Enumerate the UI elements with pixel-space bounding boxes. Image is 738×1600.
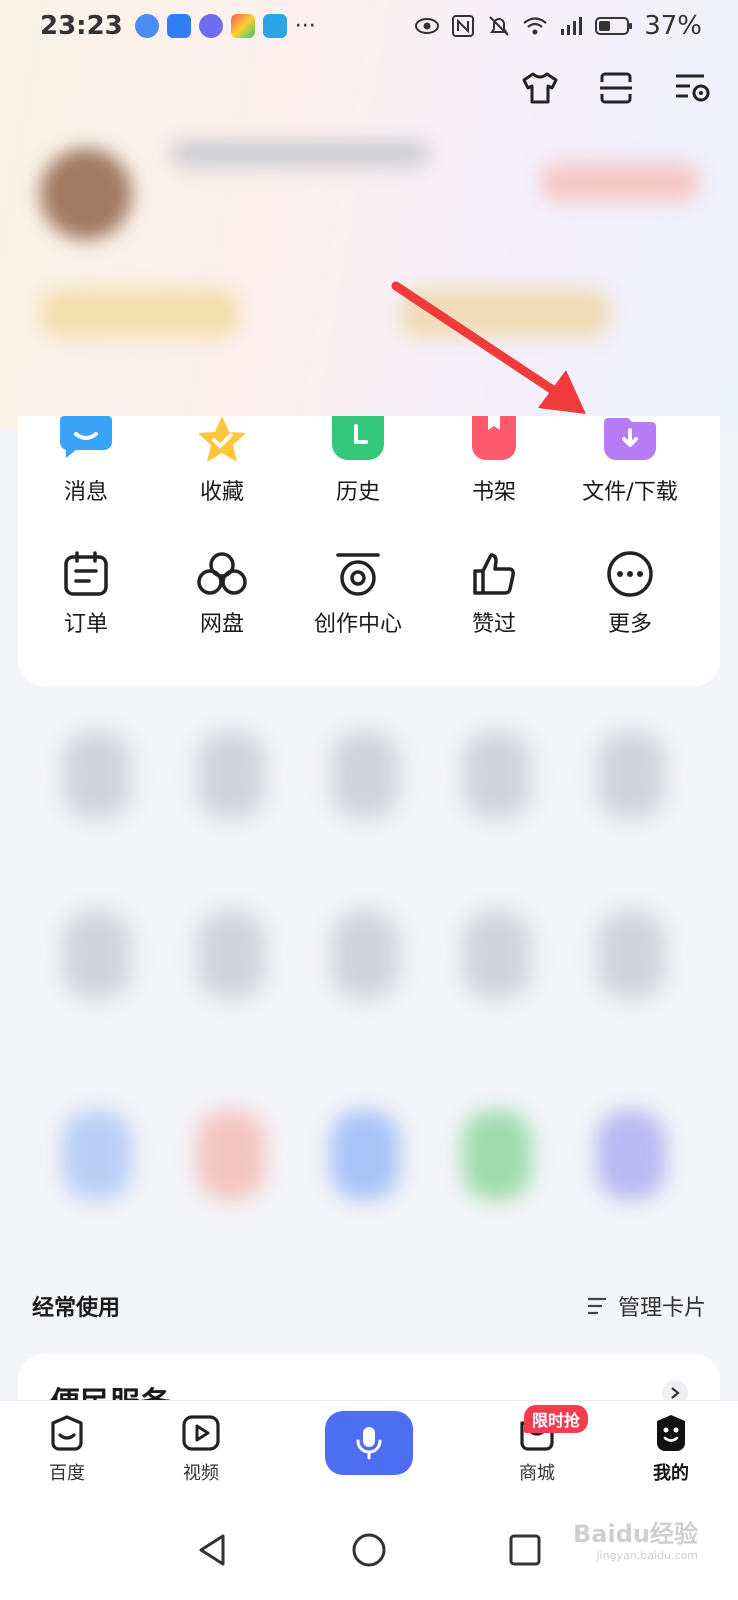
nav-label: 商城 [519, 1463, 555, 1484]
microphone-icon [356, 1427, 382, 1460]
voice-search-button[interactable] [325, 1411, 413, 1475]
mine-face-icon [657, 1415, 685, 1451]
header-actions [520, 68, 712, 108]
settings-list-icon[interactable] [672, 68, 712, 108]
status-bar: 23:23 ··· 37% [0, 0, 738, 52]
recents-square-icon[interactable] [507, 1532, 543, 1568]
ecall-notification-icon [262, 14, 287, 38]
wifi-icon [523, 17, 547, 35]
frequent-section-header: 经常使用 管理卡片 [32, 1290, 706, 1322]
voice-search [268, 1401, 470, 1500]
order-icon [60, 548, 112, 600]
video-play-icon [182, 1415, 220, 1451]
tool-label: 更多 [607, 612, 652, 637]
eye-icon [415, 18, 440, 34]
skin-tshirt-icon[interactable] [520, 68, 560, 108]
section-title: 经常使用 [32, 1296, 121, 1321]
tool-label: 赞过 [471, 612, 516, 637]
profile-card-blurred[interactable] [40, 288, 240, 338]
shortcut-label: 文件/下载 [582, 480, 678, 505]
tool-cloud-drive[interactable]: 网盘 [154, 548, 290, 638]
system-status: 37% [414, 11, 702, 41]
manage-cards-label: 管理卡片 [617, 1296, 706, 1321]
avatar[interactable] [40, 148, 132, 240]
shortcut-favorites[interactable]: 收藏 [154, 416, 290, 506]
creator-center-icon [332, 548, 384, 600]
mute-bell-icon [489, 16, 509, 36]
shortcut-downloads[interactable]: 文件/下载 [562, 416, 698, 506]
baidu-jingyan-watermark: Baidu经验 jingyan.baidu.com [573, 1514, 698, 1562]
weather-notification-icon [166, 14, 191, 38]
tool-label: 网盘 [199, 612, 244, 637]
shortcuts-row: 消息 收藏 历史 书架 文件/下载 [18, 416, 720, 506]
username-blurred [170, 140, 430, 168]
clock-icon [332, 416, 384, 468]
shortcut-history[interactable]: 历史 [290, 416, 426, 506]
thumbs-up-icon [468, 548, 520, 600]
nav-video[interactable]: 视频 [134, 1401, 268, 1500]
bottom-navigation: 百度 视频 商城 我的 限时抢 [0, 1400, 738, 1500]
shortcut-messages[interactable]: 消息 [18, 416, 154, 506]
nav-mine[interactable]: 我的 [604, 1401, 738, 1500]
annotation-arrow [391, 281, 586, 414]
more-notifications-indicator: ··· [294, 13, 316, 39]
scan-icon[interactable] [596, 68, 636, 108]
baidu-home-icon [51, 1415, 83, 1451]
tool-more[interactable]: 更多 [562, 548, 698, 638]
list-icon [587, 1297, 606, 1315]
browser-notification-icon [134, 14, 159, 38]
profile-button-blurred[interactable] [540, 162, 700, 202]
shortcut-label: 消息 [63, 480, 108, 505]
signal-4g-icon [561, 17, 583, 35]
shortcut-label: 书架 [471, 480, 516, 505]
tool-liked[interactable]: 赞过 [426, 548, 562, 638]
battery-percent: 37% [644, 11, 702, 41]
cloud-drive-icon [196, 548, 248, 600]
nav-label: 我的 [653, 1463, 689, 1484]
flash-sale-badge: 限时抢 [524, 1405, 589, 1433]
watermark-url: jingyan.baidu.com [596, 1549, 698, 1562]
appstore-notification-icon [230, 14, 255, 38]
tool-label: 创作中心 [313, 612, 402, 637]
tools-row: 订单 网盘 创作中心 赞过 更多 [18, 548, 720, 638]
profile-area-blurred [0, 108, 738, 430]
notification-icons: ··· [134, 13, 316, 39]
more-icon [604, 548, 656, 600]
watermark-brand: Baidu经验 [573, 1520, 698, 1548]
shortcut-label: 收藏 [199, 480, 244, 505]
home-circle-icon[interactable] [351, 1532, 387, 1568]
star-icon [196, 416, 248, 468]
nav-label: 百度 [49, 1463, 85, 1484]
music-notification-icon [198, 14, 223, 38]
shortcuts-card: 消息 收藏 历史 书架 文件/下载 订单 网盘 创作中心 赞过 更多 [18, 416, 720, 686]
tool-label: 订单 [63, 612, 108, 637]
nav-home[interactable]: 百度 [0, 1401, 134, 1500]
tool-creator-center[interactable]: 创作中心 [290, 548, 426, 638]
battery-icon [595, 17, 633, 35]
back-triangle-icon[interactable] [195, 1532, 231, 1568]
download-folder-icon [604, 416, 656, 468]
shortcut-bookshelf[interactable]: 书架 [426, 416, 562, 506]
tool-orders[interactable]: 订单 [18, 548, 154, 638]
shortcut-label: 历史 [335, 480, 380, 505]
services-grid-blurred [0, 700, 738, 1260]
message-icon [60, 416, 112, 468]
nfc-icon [452, 15, 475, 37]
status-time: 23:23 [40, 11, 123, 41]
nav-label: 视频 [183, 1463, 219, 1484]
manage-cards-button[interactable]: 管理卡片 [586, 1290, 706, 1322]
